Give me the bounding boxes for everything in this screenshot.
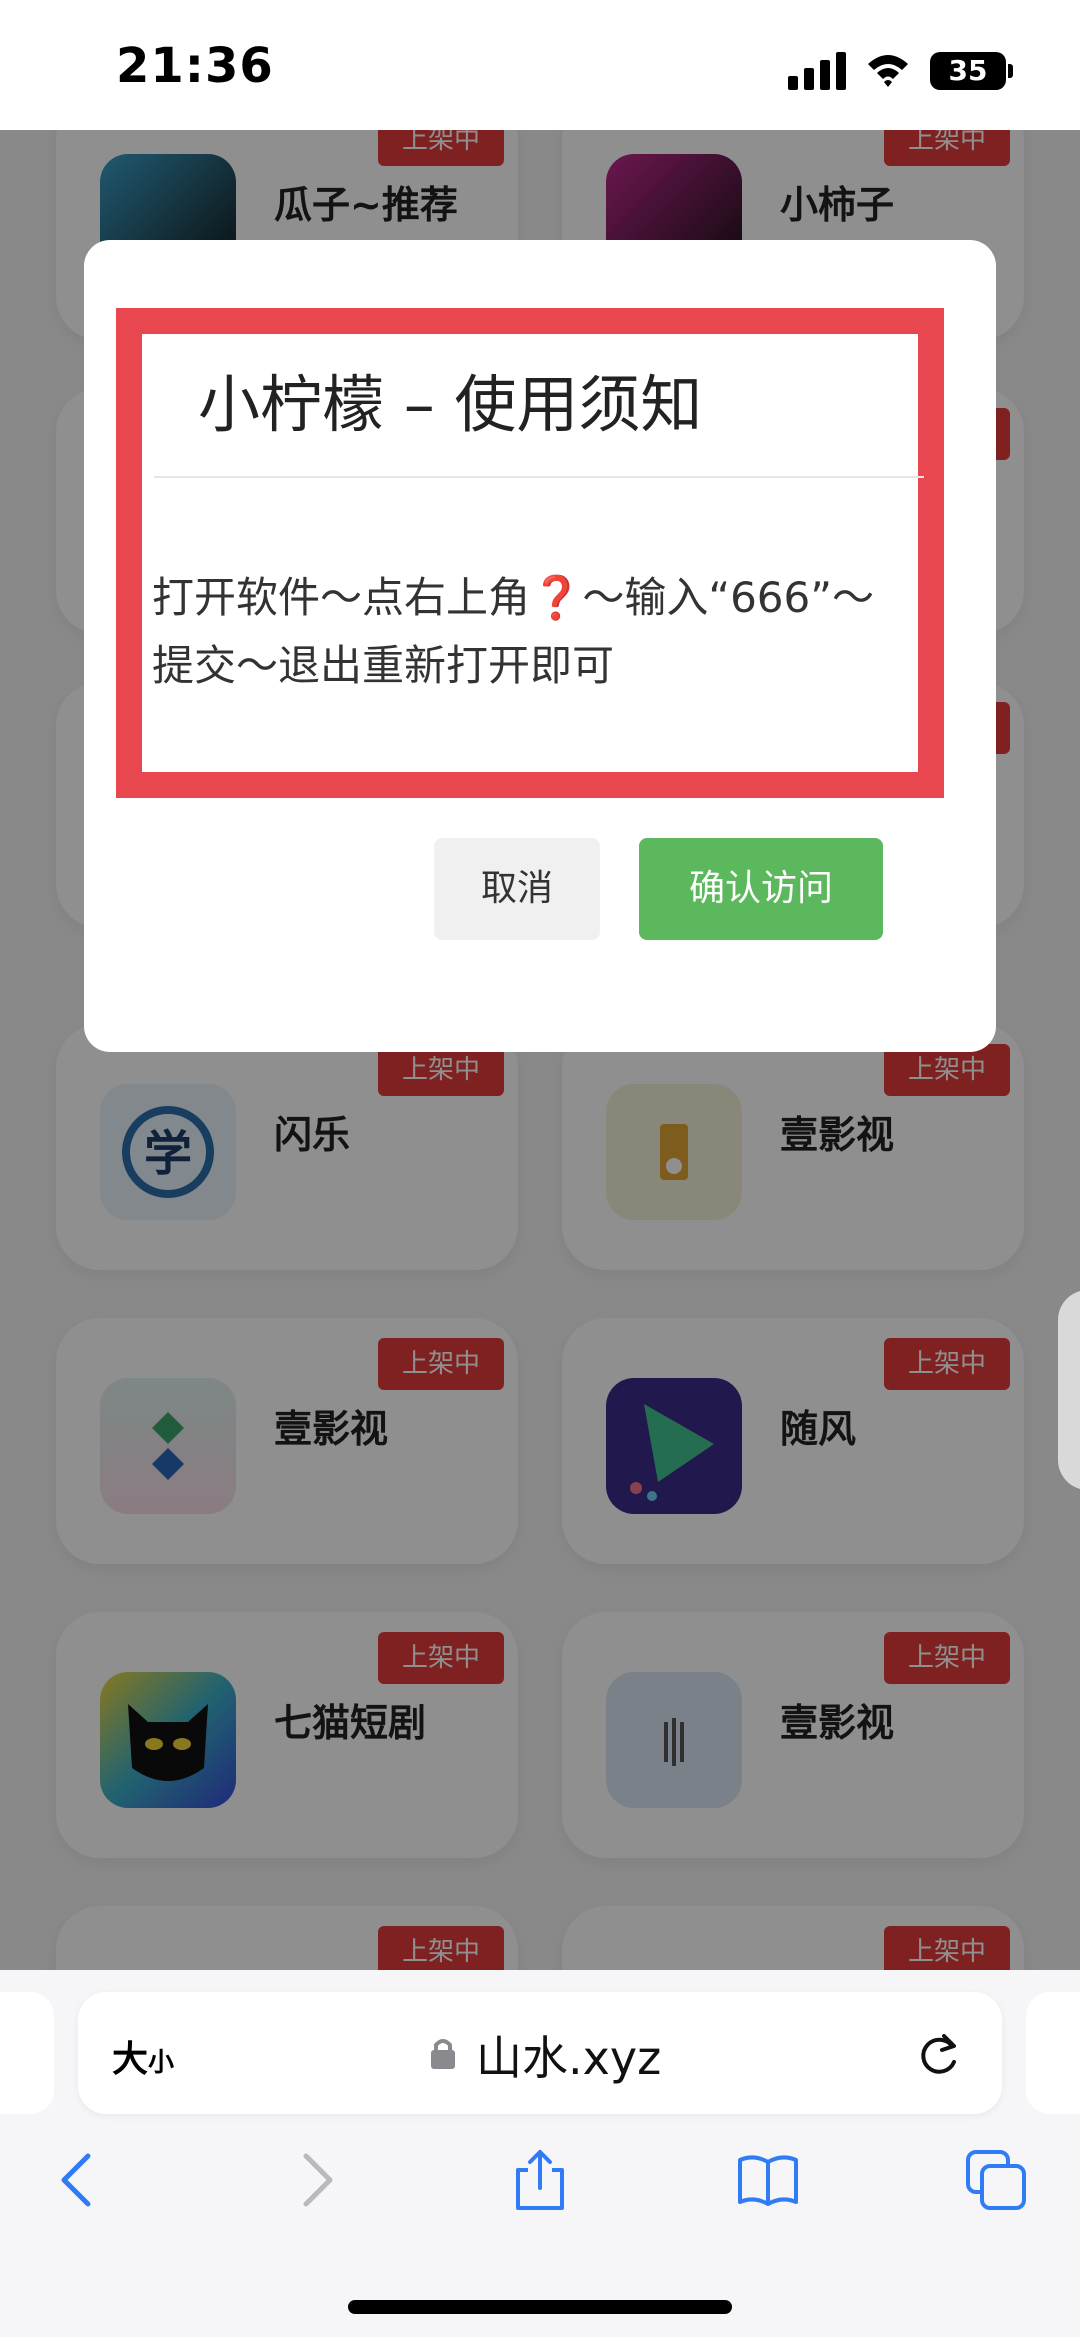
divider <box>154 476 924 478</box>
status-bar: 21:36 35 <box>0 0 1080 130</box>
cellular-signal-icon <box>788 52 846 90</box>
back-icon[interactable] <box>48 2148 112 2212</box>
text-size-button[interactable]: 大小 <box>112 2030 174 2082</box>
battery-tip <box>1008 64 1013 78</box>
battery-indicator: 35 <box>930 52 1006 90</box>
next-tab-peek[interactable] <box>1026 1992 1080 2114</box>
status-time: 21:36 <box>116 38 274 94</box>
notice-frame: 小柠檬 – 使用须知 打开软件～点右上角❓～输入“666”～提交～退出重新打开即… <box>116 308 944 798</box>
bookmarks-icon[interactable] <box>736 2148 800 2212</box>
question-mark-icon: ❓ <box>530 573 583 622</box>
wifi-icon <box>868 55 908 87</box>
notice-dialog: 小柠檬 – 使用须知 打开软件～点右上角❓～输入“666”～提交～退出重新打开即… <box>84 240 996 1052</box>
forward-icon[interactable] <box>282 2148 346 2212</box>
lock-icon <box>431 2039 455 2069</box>
text-size-big: 大 <box>112 2039 149 2080</box>
address-bar[interactable]: 大小 山水.xyz <box>78 1992 1002 2114</box>
tabs-icon[interactable] <box>964 2148 1028 2212</box>
url-text: 山水.xyz <box>476 2031 662 2085</box>
previous-tab-peek[interactable] <box>0 1992 54 2114</box>
floating-side-button[interactable] <box>1058 1290 1080 1490</box>
text-size-small: 小 <box>148 2048 175 2078</box>
cancel-button[interactable]: 取消 <box>434 838 600 940</box>
body-text-part1: 打开软件～点右上角 <box>152 573 531 622</box>
home-indicator <box>348 2300 732 2314</box>
confirm-visit-button[interactable]: 确认访问 <box>639 838 883 940</box>
dialog-body: 打开软件～点右上角❓～输入“666”～提交～退出重新打开即可 <box>152 564 912 700</box>
browser-bottom-bar: 大小 山水.xyz <box>0 1970 1080 2337</box>
dialog-title: 小柠檬 – 使用须知 <box>198 368 703 441</box>
reload-icon[interactable] <box>914 2028 962 2080</box>
share-icon[interactable] <box>508 2148 572 2212</box>
